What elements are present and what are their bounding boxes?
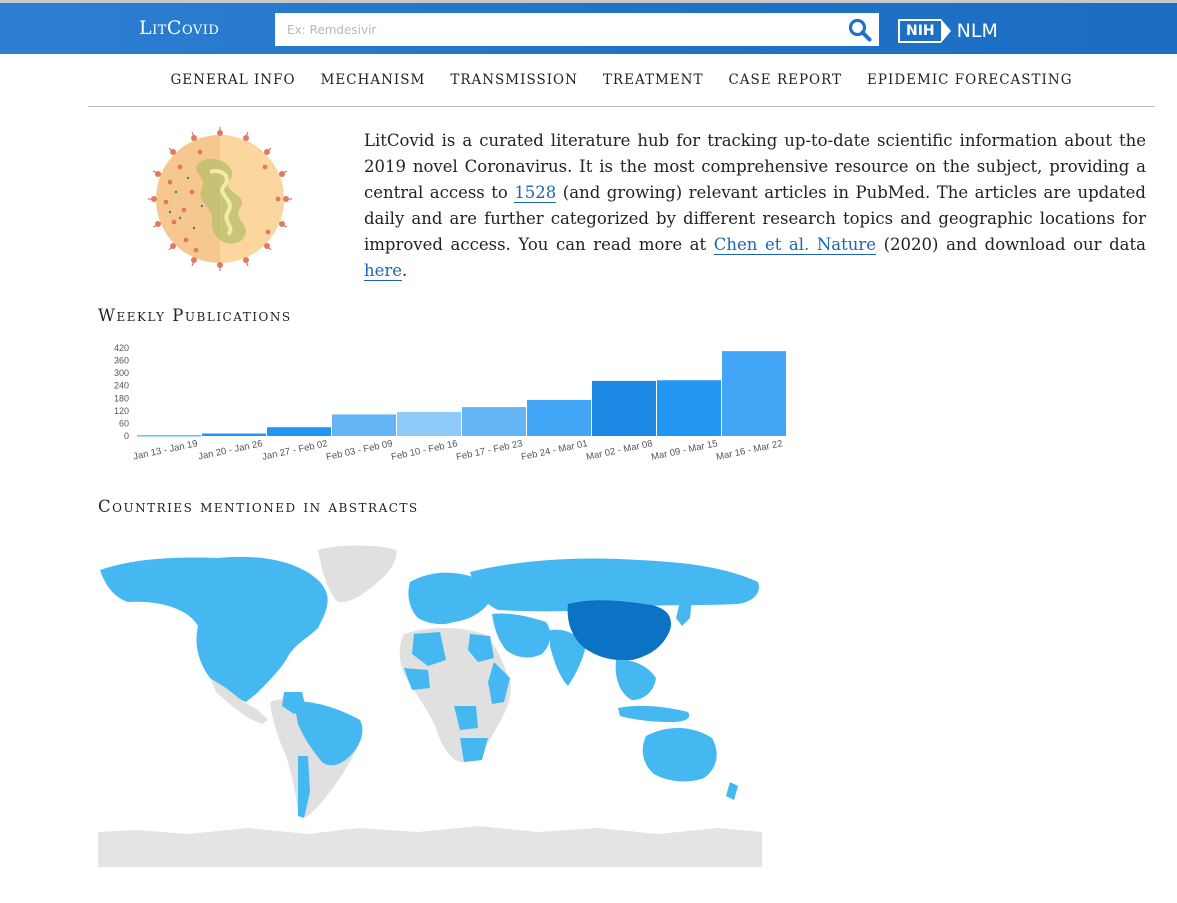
bar-2[interactable]: [267, 427, 331, 436]
download-data-link[interactable]: here: [364, 261, 403, 281]
nih-arrow-icon: [940, 19, 951, 43]
intro-text-4: .: [402, 261, 408, 280]
map-region-middle-east: [492, 613, 551, 658]
brand-logo[interactable]: LitCovid: [139, 17, 219, 39]
map-region-south-africa: [460, 738, 488, 762]
topic-nav: GENERAL INFO MECHANISM TRANSMISSION TREA…: [88, 62, 1155, 107]
article-count-link[interactable]: 1528: [514, 183, 557, 203]
intro-text-3: (2020) and download our data: [876, 235, 1146, 254]
bar-4[interactable]: [397, 411, 461, 436]
y-tick-label: 180: [114, 393, 129, 403]
y-tick-label: 360: [114, 356, 129, 366]
nav-epidemic-forecasting[interactable]: EPIDEMIC FORECASTING: [867, 72, 1072, 106]
y-tick-label: 300: [114, 368, 129, 378]
x-tick-label: Jan 20 - Jan 26: [197, 438, 263, 462]
y-tick-label: 420: [114, 343, 129, 353]
nlm-label: NLM: [956, 20, 998, 42]
map-region-australia: [642, 727, 717, 782]
map-region-southeast-asia: [615, 659, 656, 700]
weekly-publications-chart: 060120180240300360420Jan 13 - Jan 19Jan …: [114, 343, 786, 463]
intro-paragraph: LitCovid is a curated literature hub for…: [364, 128, 1146, 284]
x-tick-label: Feb 10 - Feb 16: [390, 438, 458, 463]
map-region-antarctica: [98, 826, 762, 867]
y-tick-label: 0: [124, 431, 129, 441]
x-tick-label: Feb 03 - Feb 09: [325, 438, 393, 463]
map-region-new-zealand: [726, 782, 738, 800]
nih-nlm-logo[interactable]: NIH NLM: [898, 17, 998, 45]
map-region-indonesia: [618, 705, 690, 722]
nav-transmission[interactable]: TRANSMISSION: [450, 72, 578, 106]
bar-5[interactable]: [462, 407, 526, 436]
nav-mechanism[interactable]: MECHANISM: [321, 72, 426, 106]
bar-1[interactable]: [202, 433, 266, 436]
x-tick-label: Jan 27 - Feb 02: [261, 438, 328, 463]
x-tick-label: Feb 24 - Mar 01: [520, 438, 588, 463]
bar-9[interactable]: [722, 351, 786, 436]
map-region-north-america: [100, 556, 328, 702]
x-tick-label: Mar 02 - Mar 08: [585, 438, 653, 463]
x-tick-label: Jan 13 - Jan 19: [132, 438, 198, 462]
x-tick-label: Mar 16 - Mar 22: [715, 438, 783, 463]
y-tick-label: 120: [114, 406, 129, 416]
weekly-publications-title: Weekly Publications: [98, 306, 292, 325]
nav-treatment[interactable]: TREATMENT: [603, 72, 704, 106]
countries-title: Countries mentioned in abstracts: [98, 497, 419, 516]
paper-link[interactable]: Chen et al. Nature: [713, 235, 877, 255]
search-box: [275, 13, 879, 46]
bar-0[interactable]: [137, 435, 201, 437]
y-tick-label: 240: [114, 381, 129, 391]
bar-6[interactable]: [527, 399, 591, 436]
coronavirus-illustration: [148, 127, 292, 271]
map-region-greenland: [318, 545, 397, 603]
x-tick-label: Mar 09 - Mar 15: [650, 438, 718, 463]
bar-8[interactable]: [657, 380, 721, 436]
bar-3[interactable]: [332, 414, 396, 436]
search-input[interactable]: [275, 13, 835, 46]
world-map[interactable]: [98, 542, 762, 867]
search-icon[interactable]: [847, 17, 873, 43]
top-header: LitCovid NIH NLM: [0, 0, 1177, 54]
x-tick-label: Feb 17 - Feb 23: [455, 438, 523, 463]
y-tick-label: 60: [119, 418, 129, 428]
nih-label: NIH: [898, 19, 941, 43]
nav-general-info[interactable]: GENERAL INFO: [171, 72, 296, 106]
nav-case-report[interactable]: CASE REPORT: [728, 72, 842, 106]
bar-7[interactable]: [592, 380, 656, 436]
